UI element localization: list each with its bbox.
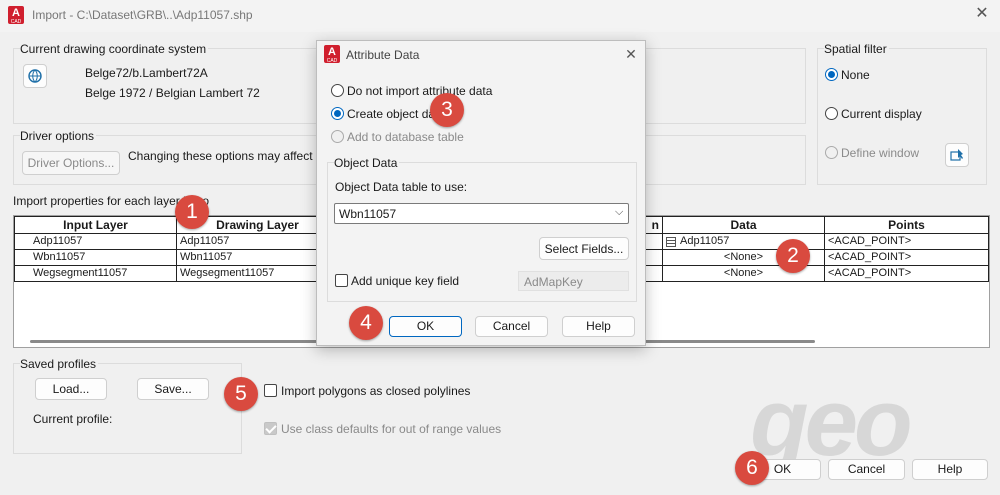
step-badge-1: 1 [175,195,209,229]
dialog-ok-button[interactable]: OK [389,316,462,337]
pick-window-icon [950,149,963,161]
object-data-table-label: Object Data table to use: [335,180,468,194]
window-title: Import - C:\Dataset\GRB\..\Adp11057.shp [32,8,253,22]
saved-profiles-group [13,363,242,454]
autocad-app-icon: A CAD [8,6,24,25]
table-row-3-drawing[interactable]: Wegsegment11057 [176,266,339,282]
table-row-3-input[interactable]: Wegsegment11057 [14,266,177,282]
table-row-3-points[interactable]: <ACAD_POINT> [824,266,989,282]
table-row-2-points[interactable]: <ACAD_POINT> [824,250,989,266]
spatial-none-radio[interactable] [825,68,838,81]
dialog-cancel-button[interactable]: Cancel [475,316,548,337]
driver-options-button[interactable]: Driver Options... [22,151,120,175]
database-table-label: Add to database table [347,130,464,144]
no-import-label: Do not import attribute data [347,84,493,98]
table-row-2-drawing[interactable]: Wbn11057 [176,250,339,266]
spatial-define-window-label: Define window [841,146,920,160]
dialog-help-button[interactable]: Help [562,316,635,337]
unique-key-label: Add unique key field [351,274,460,288]
unique-key-checkbox[interactable] [335,274,348,287]
dialog-app-icon: A CAD [324,45,340,64]
globe-icon [28,69,42,83]
coordinate-system-label: Current drawing coordinate system [20,42,209,56]
close-icon[interactable]: ✕ [972,4,992,24]
driver-options-note: Changing these options may affect the la [128,149,346,163]
no-import-radio[interactable] [331,84,344,97]
key-name-field[interactable]: AdMapKey [518,271,629,291]
database-table-radio[interactable] [331,130,344,143]
step-badge-3: 3 [430,93,464,127]
dialog-close-icon[interactable]: ✕ [621,44,641,64]
create-object-data-radio[interactable] [331,107,344,120]
column-points[interactable]: Points [824,216,989,234]
help-button[interactable]: Help [912,459,988,480]
class-defaults-label: Use class defaults for out of range valu… [281,422,502,436]
dialog-title: Attribute Data [346,48,420,62]
spatial-filter-label: Spatial filter [824,42,889,56]
current-profile-label: Current profile: [33,412,113,426]
column-input-layer[interactable]: Input Layer [14,216,177,234]
object-data-table-select[interactable]: Wbn11057 ⌵ [334,203,629,224]
step-badge-5: 5 [224,377,258,411]
define-window-button[interactable] [945,143,969,167]
step-badge-6: 6 [735,451,769,485]
coordinate-system-code: Belge72/b.Lambert72A [85,66,208,80]
saved-profiles-label: Saved profiles [20,357,99,371]
table-row-1-points[interactable]: <ACAD_POINT> [824,234,989,250]
spatial-current-display-label: Current display [841,107,922,121]
key-name-value: AdMapKey [524,275,583,289]
table-row-1-drawing[interactable]: Adp11057 [176,234,339,250]
step-badge-2: 2 [776,239,810,273]
step-badge-4: 4 [349,306,383,340]
load-profile-button[interactable]: Load... [35,378,107,400]
save-profile-button[interactable]: Save... [137,378,209,400]
cancel-button[interactable]: Cancel [828,459,905,480]
class-defaults-checkbox[interactable] [264,422,277,435]
table-row-2-input[interactable]: Wbn11057 [14,250,177,266]
import-polygons-label: Import polygons as closed polylines [281,384,471,398]
column-data[interactable]: Data [662,216,825,234]
spatial-current-display-radio[interactable] [825,107,838,120]
spatial-none-label: None [841,68,870,82]
coordinate-system-button[interactable] [23,64,47,88]
table-row-1-input[interactable]: Adp11057 [14,234,177,250]
driver-options-label: Driver options [20,129,97,143]
spatial-define-window-radio[interactable] [825,146,838,159]
import-polygons-checkbox[interactable] [264,384,277,397]
object-data-label: Object Data [334,156,400,170]
object-data-table-value: Wbn11057 [339,207,397,221]
coordinate-system-description: Belge 1972 / Belgian Lambert 72 [85,86,260,100]
select-fields-button[interactable]: Select Fields... [539,237,629,260]
chevron-down-icon: ⌵ [615,206,624,218]
table-icon [666,237,676,247]
